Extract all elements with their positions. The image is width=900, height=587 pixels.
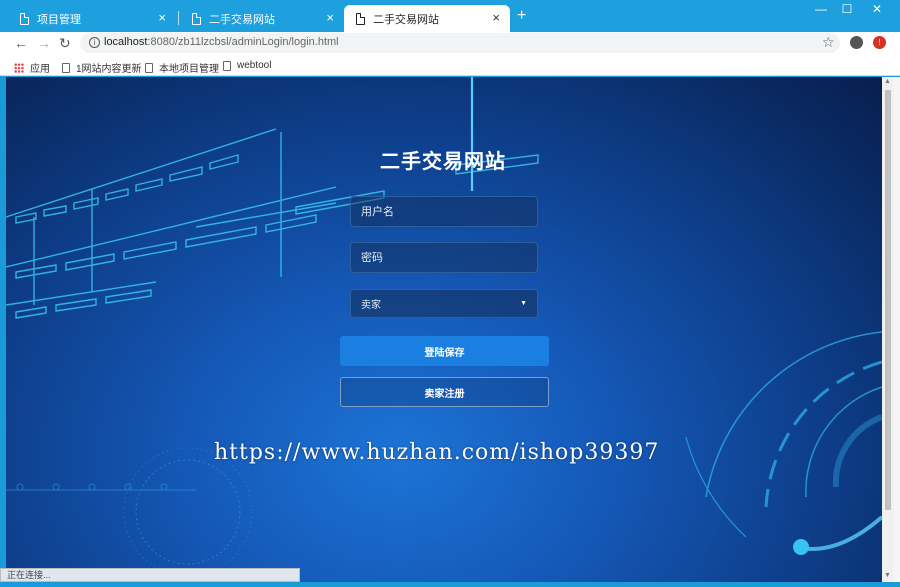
tab-project-management[interactable]: 项目管理 ×	[8, 5, 176, 32]
bookmark-webtool[interactable]: webtool	[223, 60, 271, 71]
url-host: localhost	[104, 36, 148, 48]
tab-label: 项目管理	[37, 13, 81, 26]
account-icon[interactable]	[850, 36, 863, 49]
page-icon	[20, 12, 29, 25]
url-text[interactable]: localhost:8080/zb11lzcbsl/adminLogin/log…	[104, 36, 339, 48]
scroll-up-arrow-icon[interactable]: ▲	[884, 78, 891, 85]
tab-label: 二手交易网站	[209, 13, 275, 26]
url-path: :8080/zb11lzcbsl/adminLogin/login.html	[147, 36, 339, 48]
bookmark-label: webtool	[237, 60, 272, 71]
bookmark-star-icon[interactable]: ☆	[822, 34, 835, 51]
tab-secondhand-1[interactable]: 二手交易网站 ×	[180, 5, 344, 32]
scrollbar-thumb[interactable]	[885, 90, 891, 510]
bookmark-label: 应用	[30, 64, 50, 75]
window-bottom-edge	[0, 582, 900, 587]
role-select[interactable]: 卖家 ▼	[350, 289, 538, 318]
site-info-icon[interactable]: i	[89, 37, 100, 48]
close-tab-icon[interactable]: ×	[326, 11, 334, 24]
window-right-edge	[894, 77, 900, 587]
status-bar: 正在连接...	[0, 568, 300, 582]
site-title: 二手交易网站	[380, 151, 506, 173]
page-icon	[356, 12, 365, 25]
bookmark-label: 本地项目管理	[159, 64, 219, 75]
bookmark-site-update[interactable]: 1网站内容更新	[62, 60, 142, 75]
close-tab-icon[interactable]: ×	[492, 11, 500, 24]
tab-label: 二手交易网站	[373, 13, 439, 26]
bookmark-apps[interactable]: 应用	[14, 60, 50, 75]
extension-icon[interactable]: !	[873, 36, 886, 49]
login-page: 二手交易网站 卖家 ▼ 登陆保存 卖家注册	[6, 77, 882, 582]
tab-separator	[178, 11, 179, 25]
reload-button[interactable]: ↻	[59, 35, 71, 51]
window-close-button[interactable]: ✕	[862, 2, 892, 16]
dropdown-caret-icon: ▼	[520, 300, 527, 307]
role-selected-value: 卖家	[361, 300, 381, 311]
forward-button[interactable]: →	[37, 35, 51, 51]
page-icon	[145, 62, 153, 73]
apps-grid-icon	[14, 62, 24, 73]
maximize-button[interactable]: ☐	[832, 2, 862, 16]
new-tab-button[interactable]: +	[517, 8, 526, 24]
page-icon	[223, 60, 231, 71]
watermark-text: https://www.huzhan.com/ishop39397	[214, 440, 660, 465]
close-tab-icon[interactable]: ×	[158, 11, 166, 24]
bookmark-label: 1网站内容更新	[76, 64, 142, 75]
bookmark-local-projects[interactable]: 本地项目管理	[145, 60, 219, 75]
password-input[interactable]	[350, 242, 538, 273]
tab-secondhand-active[interactable]: 二手交易网站 ×	[344, 5, 510, 32]
username-input[interactable]	[350, 196, 538, 227]
page-icon	[192, 12, 201, 25]
page-icon	[62, 62, 70, 73]
seller-register-button[interactable]: 卖家注册	[340, 377, 549, 407]
login-button[interactable]: 登陆保存	[340, 336, 549, 366]
back-button[interactable]: ←	[14, 35, 28, 51]
scroll-down-arrow-icon[interactable]: ▼	[884, 572, 891, 579]
